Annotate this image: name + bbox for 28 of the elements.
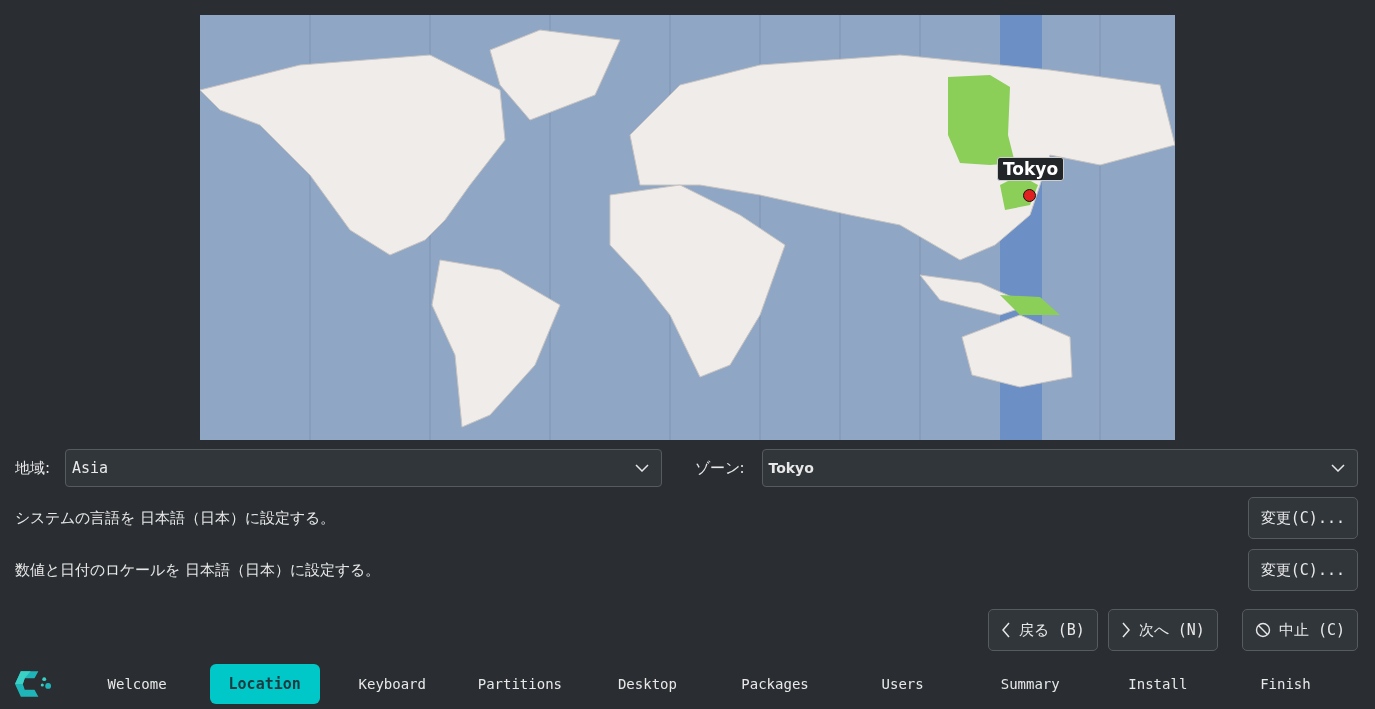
region-dropdown[interactable]: Asia [65,449,662,487]
change-button[interactable]: 変更(C)... [1247,549,1358,591]
step-tab[interactable]: Partitions [464,664,575,704]
back-button[interactable]: 戻る (B) [987,609,1098,651]
step-tab[interactable]: Location [209,664,320,704]
step-tab[interactable]: Packages [720,664,831,704]
zone-label: ゾーン: [694,458,746,478]
step-tab[interactable]: Keyboard [337,664,448,704]
step-tab[interactable]: Install [1102,664,1213,704]
step-tab[interactable]: Users [847,664,958,704]
step-tab[interactable]: Finish [1230,664,1341,704]
region-label: 地域: [15,458,52,478]
zone-dropdown[interactable]: Tokyo [761,449,1358,487]
next-button[interactable]: 次へ (N) [1107,609,1218,651]
locale-setting-text: システムの言語を 日本語（日本）に設定する。 [15,508,335,528]
step-tab[interactable]: Welcome [82,664,193,704]
step-tab[interactable]: Summary [975,664,1086,704]
cancel-icon [1254,622,1271,638]
cancel-button[interactable]: 中止 (C) [1241,609,1358,651]
chevron-left-icon [1000,622,1011,638]
change-button[interactable]: 変更(C)... [1247,497,1358,539]
chevron-down-icon [1331,464,1345,472]
logo-icon [15,669,53,699]
location-tooltip: Tokyo [997,157,1065,181]
chevron-down-icon [634,464,649,472]
locale-setting-text: 数値と日付のロケールを 日本語（日本）に設定する。 [15,560,380,580]
step-tab[interactable]: Desktop [592,664,703,704]
chevron-right-icon [1120,622,1131,638]
